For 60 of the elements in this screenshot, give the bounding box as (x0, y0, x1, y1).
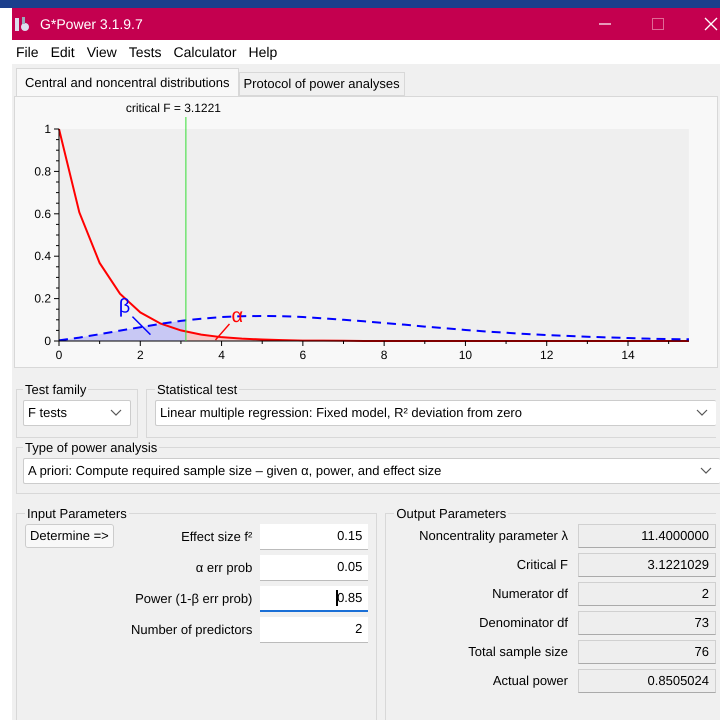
axis-tick-label: 0.4 (34, 249, 51, 264)
window-title: G*Power 3.1.9.7 (40, 14, 143, 34)
field-label: Effect size f² (181, 528, 252, 546)
output-field: 76 (578, 640, 716, 664)
group-label: Type of power analysis (24, 439, 158, 457)
menu-item[interactable]: Edit (46, 42, 79, 62)
input-field[interactable]: 2 (260, 616, 368, 642)
determine-button[interactable]: Determine => (25, 524, 114, 548)
dropdown-caret-icon (700, 466, 712, 474)
axis-tick-label: 4 (218, 348, 225, 362)
output-field: 73 (578, 610, 716, 634)
statistical-test-dropdown[interactable]: Linear multiple regression: Fixed model, R² deviation from zero (155, 400, 716, 426)
tab[interactable]: Protocol of power analyses (238, 72, 405, 96)
output-field: 0.8505024 (578, 668, 716, 692)
output-field: 3.1221029 (578, 552, 716, 576)
output-field: 11.4000000 (578, 524, 716, 548)
test-family-dropdown[interactable]: F tests (23, 400, 131, 426)
menu-item[interactable]: Help (244, 42, 282, 62)
dropdown-caret-icon (110, 408, 122, 416)
output-field: 2 (578, 582, 716, 606)
axis-tick-label: 8 (380, 348, 388, 362)
axis-tick-label: 14 (621, 348, 635, 362)
axis-tick-label: 6 (300, 348, 306, 362)
field-label: Noncentrality parameter λ (419, 526, 568, 545)
tab[interactable]: Central and noncentral distributions (16, 68, 239, 96)
app-icon (14, 15, 32, 33)
field-label: Denominator df (479, 614, 568, 632)
axis-tick-label: 0.6 (34, 206, 51, 221)
group-label: Input Parameters (26, 505, 128, 523)
dropdown-caret-icon (696, 408, 708, 416)
axis-tick-label: 1 (44, 122, 51, 136)
field-label: Numerator df (492, 584, 568, 603)
input-field[interactable]: 0.15 (260, 524, 368, 550)
axis-tick-label: 0.2 (34, 292, 51, 306)
axis-tick-label: 0.8 (34, 164, 51, 178)
input-field[interactable]: 0.85 (260, 586, 368, 612)
axis-tick-label: 10 (458, 348, 472, 362)
field-label: Total sample size (468, 642, 568, 661)
axis-tick-label: 0 (56, 348, 62, 362)
axis-tick-label: 12 (540, 348, 554, 362)
field-label: Critical F (516, 556, 568, 574)
group-label: Output Parameters (395, 505, 508, 523)
close-icon[interactable] (704, 17, 718, 31)
field-label: α err prob (196, 558, 252, 577)
power-analysis-dropdown[interactable]: A priori: Compute required sample size – given α, power, and effect size (23, 458, 720, 484)
input-field[interactable]: 0.05 (260, 554, 368, 580)
group-label: Statistical test (156, 381, 238, 399)
field-label: Power (1-β err prob) (135, 590, 252, 608)
group-label: Test family (24, 381, 88, 399)
menu-item[interactable]: Tests (124, 42, 166, 62)
axis-tick-label: 0 (44, 334, 51, 348)
menu-item[interactable]: File (12, 42, 43, 62)
menu-item[interactable]: View (82, 42, 121, 62)
field-label: Number of predictors (131, 620, 252, 639)
beta-label: β (118, 296, 130, 318)
menu-item[interactable]: Calculator (169, 42, 240, 62)
alpha-label: α (231, 304, 244, 327)
critical-value-label: critical F = 3.1221 (126, 101, 221, 115)
field-label: Actual power (492, 672, 568, 690)
axis-tick-label: 2 (136, 348, 144, 362)
